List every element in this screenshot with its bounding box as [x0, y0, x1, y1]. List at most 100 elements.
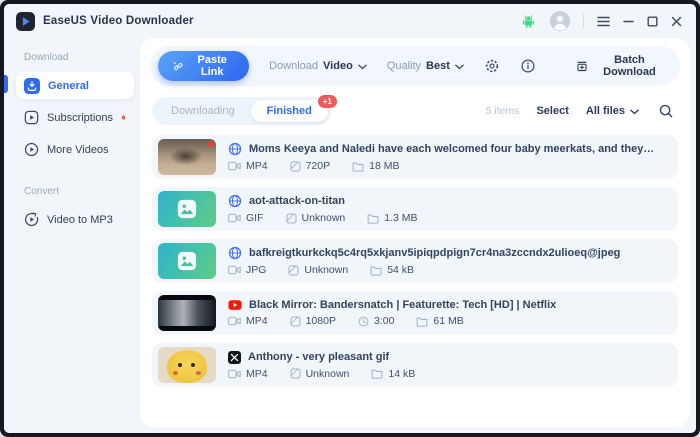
select-button[interactable]: Select [536, 105, 568, 117]
sidebar-item-label: Video to MP3 [47, 213, 113, 226]
download-row[interactable]: aot-attack-on-titan GIF Unknown 1.3 MB [152, 187, 678, 231]
tab-downloading[interactable]: Downloading [155, 100, 251, 122]
item-title: Black Mirror: Bandersnatch | Featurette:… [249, 299, 557, 311]
item-resolution: Unknown [304, 264, 349, 276]
sidebar-item-label: More Videos [47, 143, 109, 156]
chevron-down-icon [630, 109, 639, 115]
item-size: 54 kB [387, 264, 415, 276]
app-title: EaseUS Video Downloader [43, 15, 194, 27]
item-format: JPG [246, 264, 267, 276]
items-count: 5 items [485, 105, 520, 117]
item-format: GIF [246, 212, 264, 224]
resolution-icon [290, 161, 301, 172]
maximize-button[interactable] [647, 16, 658, 27]
sidebar-item-more-videos[interactable]: More Videos [16, 136, 134, 163]
item-format: MP4 [246, 160, 268, 172]
item-size: 1.3 MB [384, 212, 418, 224]
thumbnail-meerkat-video [158, 139, 216, 175]
folder-icon [416, 316, 428, 327]
main-panel: Paste Link Download Video Quality Best B… [140, 38, 690, 427]
item-title: Moms Keeya and Naledi have each welcomed… [249, 143, 655, 155]
sidebar-item-label: Subscriptions [47, 111, 114, 124]
download-row[interactable]: Black Mirror: Bandersnatch | Featurette:… [152, 291, 678, 335]
video-to-mp3-icon [25, 212, 39, 227]
android-icon[interactable] [520, 13, 537, 30]
paste-link-button[interactable]: Paste Link [158, 51, 250, 81]
download-type-dropdown[interactable]: Download Video [269, 60, 367, 72]
sidebar-item-video-to-mp3[interactable]: Video to MP3 [16, 206, 134, 233]
download-label: Download [269, 60, 319, 72]
thumbnail-image-placeholder [158, 191, 216, 227]
menu-icon[interactable] [597, 16, 610, 27]
youtube-icon [228, 299, 242, 311]
resolution-icon [290, 368, 301, 379]
file-filter-dropdown[interactable]: All files [586, 105, 639, 117]
thumbnail-pikachu [158, 347, 216, 383]
quality-value: Best [426, 60, 450, 72]
window-inner: EaseUS Video Downloader Download General… [4, 4, 696, 433]
titlebar-divider [583, 14, 584, 28]
web-globe-icon [228, 246, 242, 260]
hot-flame-icon [121, 114, 126, 121]
new-item-dot [208, 141, 214, 147]
batch-download-icon [577, 61, 587, 71]
sidebar-item-subscriptions[interactable]: Subscriptions [16, 104, 134, 131]
minimize-button[interactable] [623, 16, 634, 27]
chevron-down-icon [358, 64, 367, 70]
item-duration: 3:00 [373, 315, 395, 327]
file-filter-label: All files [585, 105, 625, 117]
more-videos-icon [24, 142, 39, 157]
download-row[interactable]: Moms Keeya and Naledi have each welcomed… [152, 135, 678, 179]
resolution-icon [290, 316, 301, 327]
avatar[interactable] [550, 11, 570, 31]
item-title: bafkreigtkurkckq5c4rq5xkjanv5ipiqpdpign7… [249, 247, 621, 259]
item-format: MP4 [246, 367, 268, 380]
image-icon [177, 199, 197, 219]
format-camera-icon [228, 161, 241, 171]
format-camera-icon [228, 265, 241, 275]
link-plus-icon [173, 61, 183, 70]
close-button[interactable] [671, 16, 682, 27]
paste-link-label: Paste Link [197, 54, 227, 78]
folder-icon [370, 265, 382, 276]
general-download-icon [24, 77, 40, 94]
tab-finished[interactable]: Finished +1 [250, 93, 339, 122]
download-row[interactable]: Anthony - very pleasant gif MP4 Unknown … [152, 343, 678, 387]
tabs-row: Downloading Finished +1 5 items Select A… [150, 93, 680, 125]
item-resolution: Unknown [305, 367, 350, 380]
quality-label: Quality [386, 60, 422, 72]
item-format: MP4 [246, 315, 268, 327]
format-camera-icon [228, 369, 241, 379]
quality-dropdown[interactable]: Quality Best [387, 60, 464, 72]
item-title: aot-attack-on-titan [249, 195, 345, 207]
folder-icon [371, 368, 383, 379]
item-resolution: Unknown [301, 212, 346, 224]
thumbnail-image-placeholder [158, 243, 216, 279]
window-border: EaseUS Video Downloader Download General… [0, 0, 700, 437]
x-twitter-icon [228, 350, 241, 364]
download-row[interactable]: bafkreigtkurkckq5c4rq5xkjanv5ipiqpdpign7… [152, 239, 678, 283]
sidebar: Download General Subscriptions More Vide… [4, 38, 140, 433]
sidebar-item-general[interactable]: General [16, 72, 134, 99]
search-icon[interactable] [658, 103, 674, 119]
titlebar: EaseUS Video Downloader [4, 4, 696, 38]
download-list: Moms Keeya and Naledi have each welcomed… [150, 135, 680, 387]
sidebar-section-convert: Convert [24, 186, 60, 197]
item-resolution: 1080P [305, 315, 336, 327]
sidebar-item-label: General [48, 79, 89, 92]
download-value: Video [323, 60, 353, 72]
item-size: 14 kB [388, 367, 416, 380]
resolution-icon [288, 265, 299, 276]
sidebar-section-download: Download [24, 52, 69, 63]
resolution-icon [286, 213, 297, 224]
tab-group: Downloading Finished +1 [152, 93, 339, 125]
folder-icon [352, 161, 364, 172]
chevron-down-icon [455, 64, 464, 70]
batch-download-button[interactable]: Batch Download [576, 54, 664, 78]
info-icon[interactable] [520, 58, 536, 74]
clock-icon [358, 316, 369, 327]
item-title: Anthony - very pleasant gif [248, 351, 390, 363]
app-logo-icon [16, 11, 35, 31]
image-icon [177, 251, 197, 271]
settings-gear-icon[interactable] [484, 58, 500, 74]
